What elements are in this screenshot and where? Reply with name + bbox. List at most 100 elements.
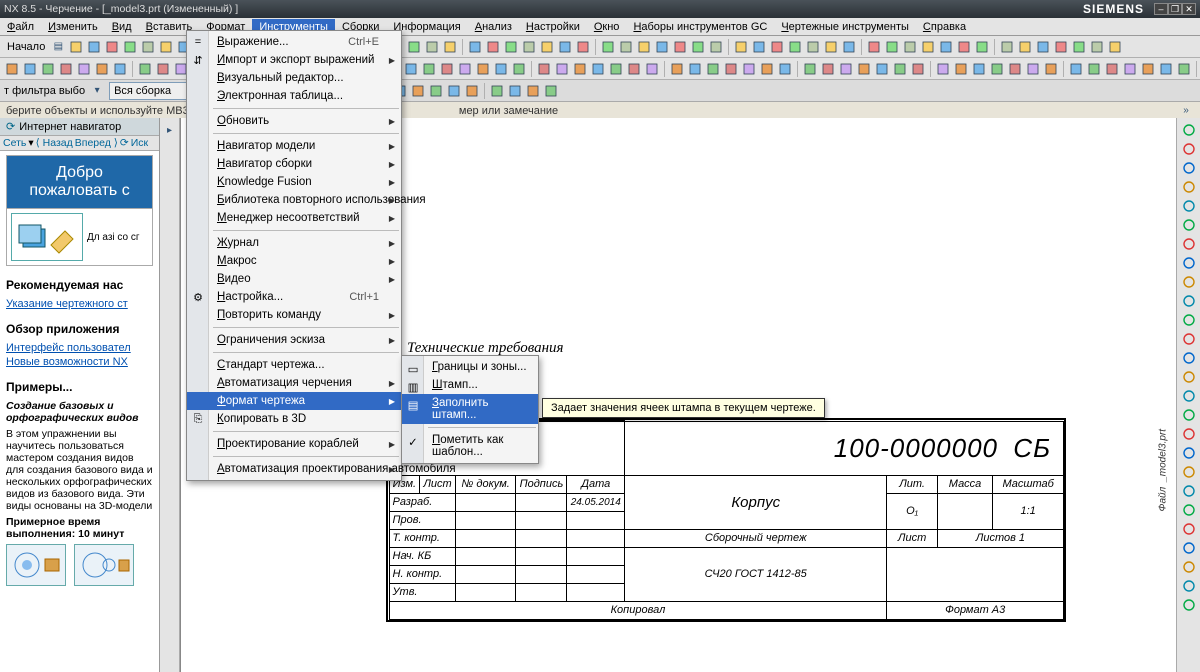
menu-item[interactable]: =Выражение...Ctrl+E	[187, 33, 401, 51]
menu-item[interactable]: Проектирование кораблей	[187, 435, 401, 453]
menu-item[interactable]: Навигатор модели	[187, 137, 401, 155]
toolbar-icon[interactable]	[823, 39, 839, 55]
toolbar-icon[interactable]	[158, 39, 174, 55]
toolbar-icon[interactable]	[572, 61, 588, 77]
toolbar-icon[interactable]	[708, 39, 724, 55]
menu-item[interactable]: ⚙Настройка...Ctrl+1	[187, 288, 401, 306]
toolbar-icon[interactable]	[618, 39, 634, 55]
toolbar-icon[interactable]	[557, 39, 573, 55]
right-tool-icon[interactable]	[1181, 198, 1197, 214]
menu-item[interactable]: Обновить	[187, 112, 401, 130]
toolbar-icon[interactable]	[600, 39, 616, 55]
right-tool-icon[interactable]	[1181, 426, 1197, 442]
toolbar-icon[interactable]	[76, 61, 92, 77]
toolbar-icon[interactable]	[511, 61, 527, 77]
menu-item[interactable]: Формат чертежа	[187, 392, 401, 410]
right-tool-icon[interactable]	[1181, 540, 1197, 556]
menu-item[interactable]: Повторить команду	[187, 306, 401, 324]
toolbar-icon[interactable]	[892, 61, 908, 77]
toolbar-icon[interactable]	[1053, 39, 1069, 55]
nav-fwd[interactable]: Вперед ⟩	[75, 137, 118, 149]
toolbar-icon[interactable]	[672, 39, 688, 55]
toolbar-icon[interactable]	[1104, 61, 1120, 77]
menu-item[interactable]: Библиотека повторного использования	[187, 191, 401, 209]
toolbar-icon[interactable]	[1107, 39, 1123, 55]
toolbar-icon[interactable]	[989, 61, 1005, 77]
toolbar-icon[interactable]	[669, 61, 685, 77]
navigator-tab-strip[interactable]: ▸	[160, 118, 180, 672]
toolbar-icon[interactable]	[424, 39, 440, 55]
toolbar-icon[interactable]	[575, 39, 591, 55]
toolbar-icon[interactable]	[938, 39, 954, 55]
right-tool-icon[interactable]	[1181, 122, 1197, 138]
right-tool-icon[interactable]	[1181, 483, 1197, 499]
toolbar-icon[interactable]	[428, 83, 444, 99]
right-tool-icon[interactable]	[1181, 312, 1197, 328]
toolbar-icon[interactable]	[58, 61, 74, 77]
toolbar-icon[interactable]	[856, 61, 872, 77]
toolbar-icon[interactable]	[406, 39, 422, 55]
menu-item[interactable]: Видео	[187, 270, 401, 288]
toolbar-icon[interactable]	[1025, 61, 1041, 77]
toolbar-icon[interactable]	[733, 39, 749, 55]
toolbar-icon[interactable]	[1176, 61, 1192, 77]
right-tool-icon[interactable]	[1181, 331, 1197, 347]
toolbar-icon[interactable]	[953, 61, 969, 77]
toolbar-icon[interactable]	[1071, 39, 1087, 55]
toolbar-icon[interactable]	[1158, 61, 1174, 77]
menu-наборы инструментов gc[interactable]: Наборы инструментов GC	[626, 19, 774, 35]
toolbar-icon[interactable]	[1043, 61, 1059, 77]
toolbar-icon[interactable]	[467, 39, 483, 55]
toolbar-icon[interactable]	[705, 61, 721, 77]
toolbar-icon[interactable]	[421, 61, 437, 77]
submenu-item[interactable]: ▥Штамп...	[402, 376, 538, 394]
menu-item[interactable]: Knowledge Fusion	[187, 173, 401, 191]
right-tool-icon[interactable]	[1181, 179, 1197, 195]
toolbar-icon[interactable]	[884, 39, 900, 55]
toolbar-icon[interactable]	[769, 39, 785, 55]
toolbar-icon[interactable]	[22, 61, 38, 77]
right-tool-icon[interactable]	[1181, 369, 1197, 385]
toolbar-icon[interactable]	[636, 39, 652, 55]
menu-окно[interactable]: Окно	[587, 19, 627, 35]
right-tool-icon[interactable]	[1181, 597, 1197, 613]
right-tool-icon[interactable]	[1181, 255, 1197, 271]
nav-back[interactable]: ⟨ Назад	[36, 137, 73, 149]
new-icon[interactable]: ▤	[50, 39, 66, 55]
nav-net[interactable]: Сеть	[3, 137, 26, 149]
toolbar-icon[interactable]	[112, 61, 128, 77]
menu-изменить[interactable]: Изменить	[41, 19, 105, 35]
toolbar-icon[interactable]	[971, 61, 987, 77]
menu-справка[interactable]: Справка	[916, 19, 973, 35]
menu-item[interactable]: Автоматизация черчения	[187, 374, 401, 392]
toolbar-icon[interactable]	[802, 61, 818, 77]
toolbar-icon[interactable]	[1068, 61, 1084, 77]
menu-чертежные инструменты[interactable]: Чертежные инструменты	[774, 19, 916, 35]
refresh-icon[interactable]: ⟳	[6, 120, 15, 133]
menu-item[interactable]: Навигатор сборки	[187, 155, 401, 173]
toolbar-icon[interactable]	[777, 61, 793, 77]
submenu-item[interactable]: ▭Границы и зоны...	[402, 358, 538, 376]
maximize-button[interactable]: ❐	[1168, 3, 1182, 15]
right-tool-icon[interactable]	[1181, 217, 1197, 233]
toolbar-icon[interactable]	[690, 39, 706, 55]
filter-icon[interactable]: ▾	[89, 83, 105, 99]
toolbar-icon[interactable]	[741, 61, 757, 77]
submenu-item[interactable]: ✓Пометить как шаблон...	[402, 431, 538, 461]
toolbar-icon[interactable]	[464, 83, 480, 99]
toolbar-icon[interactable]	[503, 39, 519, 55]
toolbar-icon[interactable]	[974, 39, 990, 55]
menu-файл[interactable]: Файл	[0, 19, 41, 35]
toolbar-icon[interactable]	[485, 39, 501, 55]
menu-item[interactable]: Автоматизация проектирования автомобиля	[187, 460, 401, 478]
toolbar-icon[interactable]	[759, 61, 775, 77]
toolbar-icon[interactable]	[1122, 61, 1138, 77]
right-tool-icon[interactable]	[1181, 407, 1197, 423]
toolbar-icon[interactable]	[787, 39, 803, 55]
example-thumb-2[interactable]	[74, 544, 134, 586]
toolbar-icon[interactable]	[155, 61, 171, 77]
example-thumb-1[interactable]	[6, 544, 66, 586]
menu-item[interactable]: Визуальный редактор...	[187, 69, 401, 87]
toolbar-icon[interactable]	[442, 39, 458, 55]
close-button[interactable]: ✕	[1182, 3, 1196, 15]
